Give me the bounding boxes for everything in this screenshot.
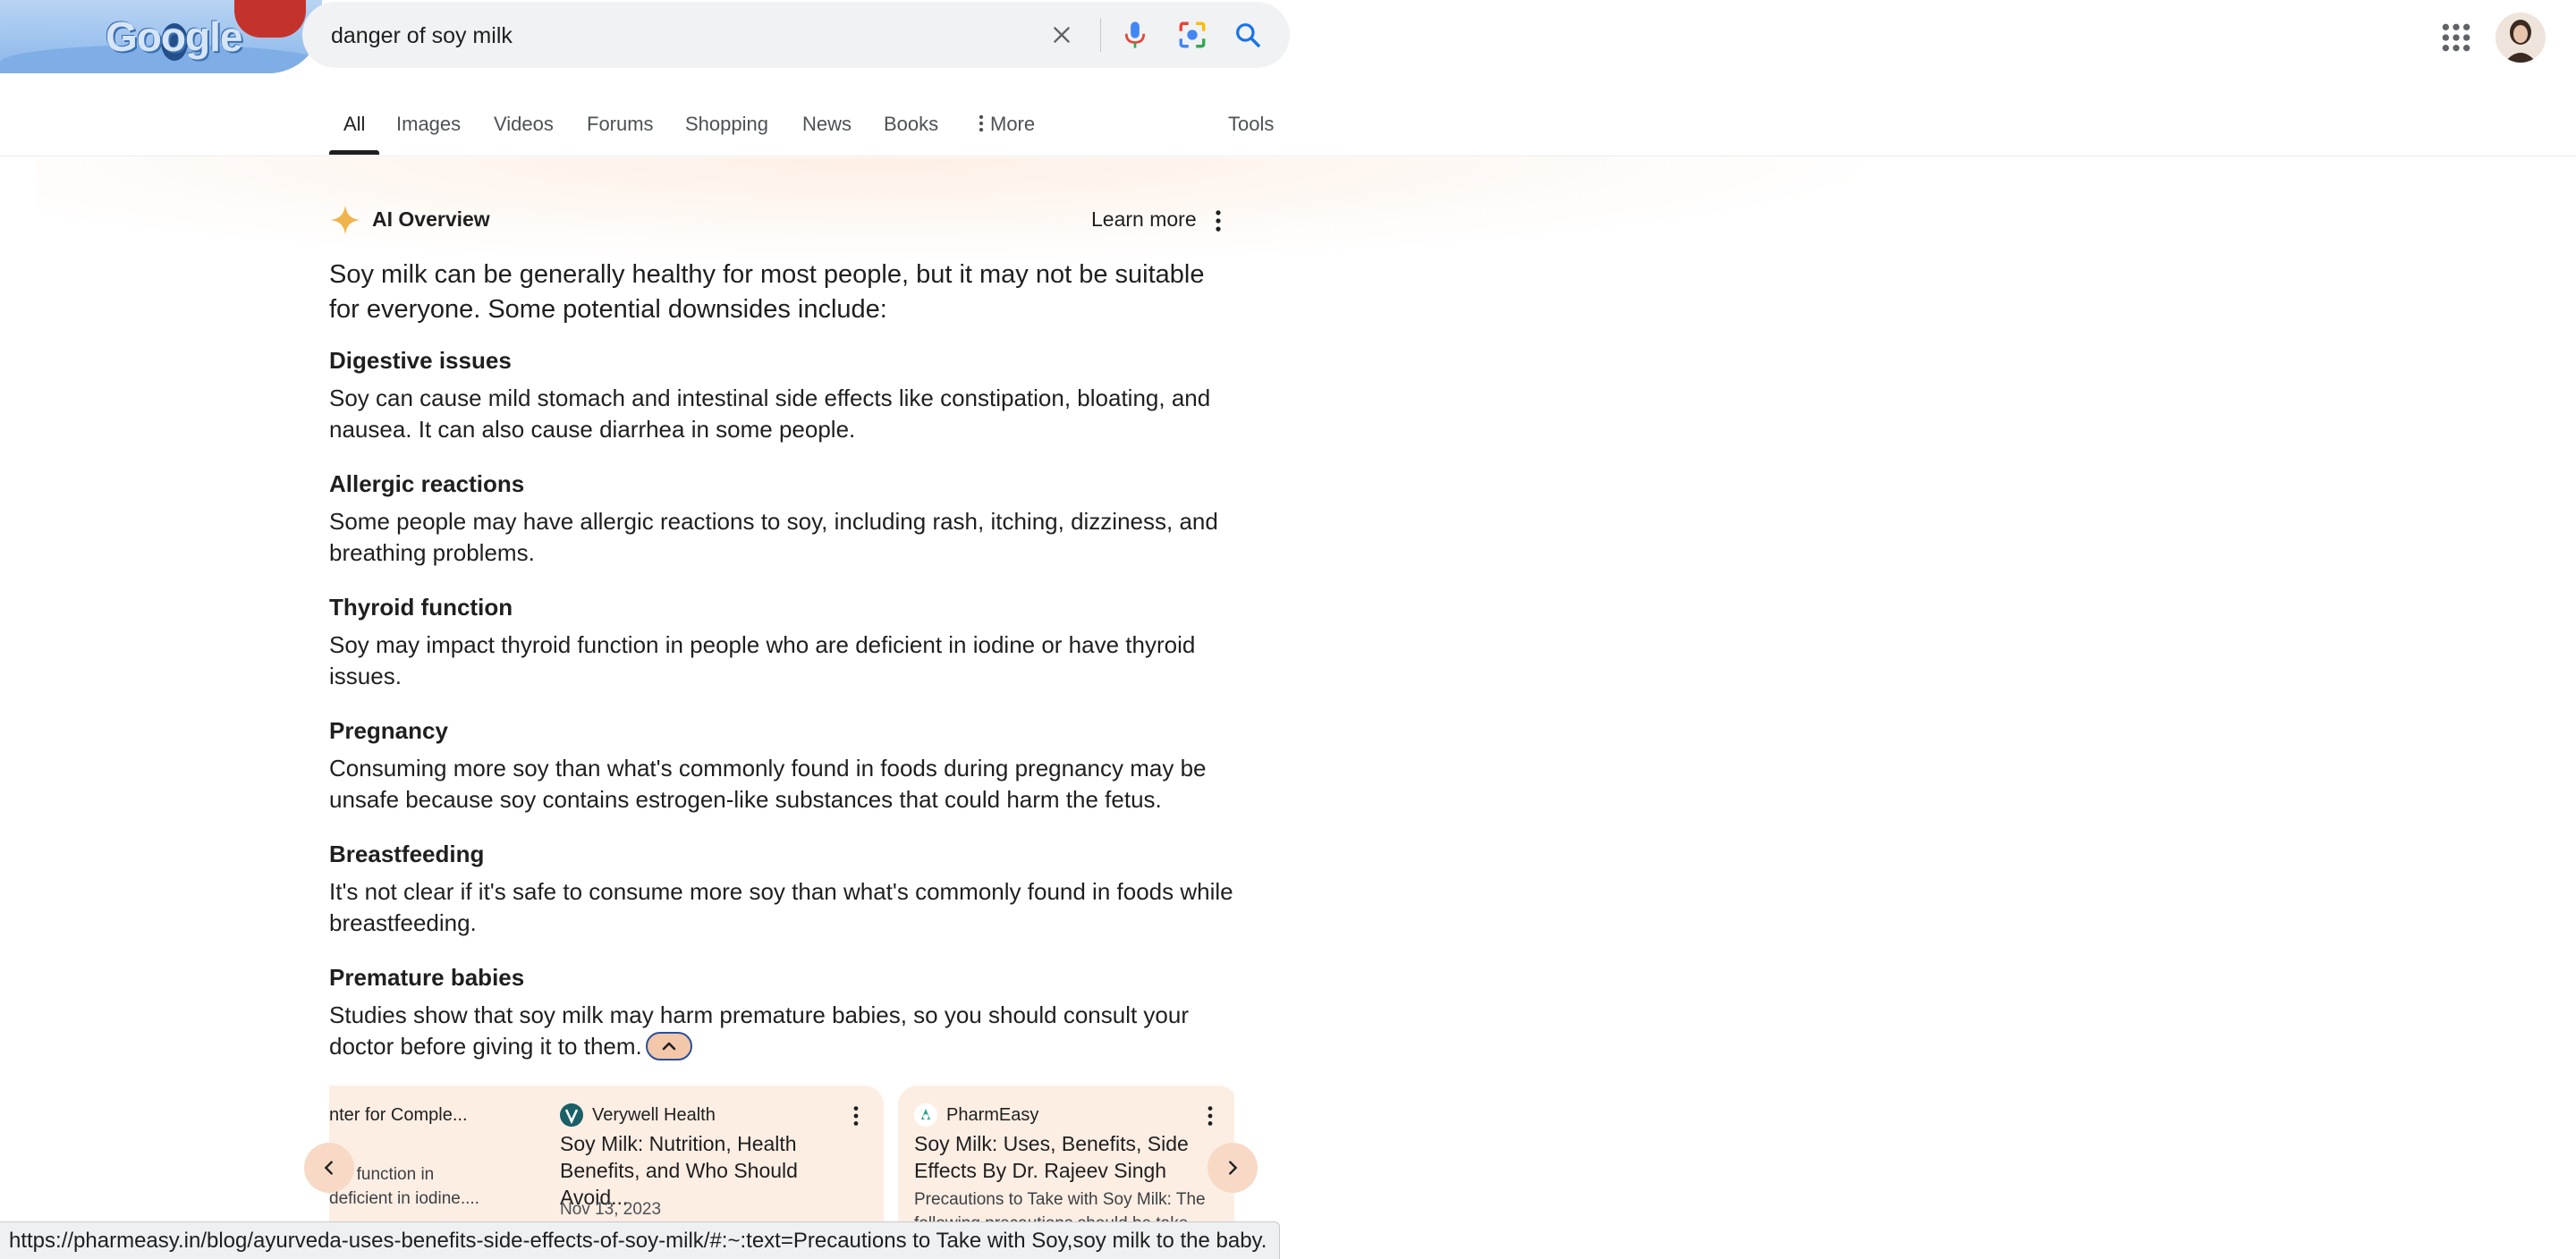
card-source-name: nter for Comple... — [329, 1105, 468, 1125]
doodle-boat — [234, 0, 306, 38]
chevron-right-icon — [1229, 1161, 1238, 1175]
ai-overview-title: AI Overview — [372, 207, 490, 231]
tab-books[interactable]: Books — [884, 113, 938, 136]
tab-images[interactable]: Images — [396, 113, 461, 136]
google-doodle-logo[interactable]: Google — [0, 0, 322, 73]
section-title: Allergic reactions — [329, 470, 525, 497]
section-title: Thyroid function — [329, 594, 513, 621]
tab-more[interactable]: More — [978, 113, 1035, 136]
section-allergic: Allergic reactions Some people may have … — [329, 469, 1241, 569]
collapse-button[interactable] — [645, 1032, 692, 1061]
ai-sparkle-icon — [329, 204, 361, 236]
section-title: Breastfeeding — [329, 841, 485, 867]
section-digestive: Digestive issues Soy can cause mild stom… — [329, 345, 1241, 445]
search-results-page: Google danger of soy milk All Images Vid… — [0, 0, 2576, 1259]
section-title: Premature babies — [329, 964, 525, 991]
google-apps-icon[interactable] — [2438, 20, 2474, 55]
ai-overview-lead: Soy milk can be generally healthy for mo… — [329, 260, 1205, 324]
search-divider — [1100, 18, 1101, 52]
ai-overview-header: AI Overview Learn more — [329, 204, 1224, 236]
section-breastfeeding: Breastfeeding It's not clear if it's saf… — [329, 839, 1241, 939]
chevron-left-icon — [324, 1161, 333, 1175]
card-title[interactable]: Soy Milk: Nutrition, Health Benefits, an… — [560, 1130, 864, 1211]
logo-text: Google — [106, 13, 242, 60]
section-body: Some people may have allergic reactions … — [329, 508, 1218, 566]
card-date: Nov 13, 2023 — [560, 1200, 662, 1219]
section-body-wrap: Studies show that soy milk may harm prem… — [329, 1000, 1241, 1062]
card-menu-icon[interactable] — [850, 1105, 862, 1127]
section-body: Studies show that soy milk may harm prem… — [329, 1001, 1190, 1060]
google-lens-icon[interactable] — [1175, 18, 1209, 52]
section-body: Consuming more soy than what's commonly … — [329, 755, 1207, 813]
tab-more-label: More — [990, 113, 1036, 135]
card-source-name: PharmEasy — [946, 1105, 1039, 1125]
pharmeasy-favicon — [914, 1103, 937, 1127]
chevron-up-icon — [662, 1042, 676, 1051]
section-body: Soy can cause mild stomach and intestina… — [329, 384, 1211, 443]
card-snippet: oid function in deficient in iodine.... — [329, 1165, 479, 1208]
card-menu-icon[interactable] — [1204, 1105, 1216, 1127]
search-icon[interactable] — [1231, 18, 1265, 52]
active-tab-indicator — [329, 150, 379, 155]
ai-overview-content: Soy milk can be generally healthy for mo… — [329, 258, 1241, 1062]
section-body: Soy may impact thyroid function in peopl… — [329, 631, 1196, 689]
section-title: Digestive issues — [329, 347, 512, 374]
tab-news[interactable]: News — [802, 113, 852, 136]
tab-videos[interactable]: Videos — [494, 113, 554, 136]
ai-overview-menu-icon[interactable] — [1209, 209, 1227, 232]
tab-all[interactable]: All — [343, 113, 365, 136]
learn-more-link[interactable]: Learn more — [1091, 207, 1197, 232]
card-title[interactable]: Soy Milk: Uses, Benefits, Side Effects B… — [914, 1130, 1218, 1184]
section-pregnancy: Pregnancy Consuming more soy than what's… — [329, 715, 1241, 815]
carousel-prev-button[interactable] — [304, 1143, 354, 1193]
section-body: It's not clear if it's safe to consume m… — [329, 878, 1233, 936]
search-box[interactable]: danger of soy milk — [302, 2, 1290, 68]
account-avatar[interactable] — [2496, 13, 2546, 63]
more-dots-icon — [979, 114, 984, 132]
search-input[interactable]: danger of soy milk — [331, 23, 513, 49]
section-title: Pregnancy — [329, 717, 448, 744]
clear-icon[interactable] — [1045, 18, 1079, 52]
microphone-icon[interactable] — [1118, 18, 1152, 52]
carousel-next-button[interactable] — [1208, 1143, 1258, 1193]
verywell-favicon — [560, 1103, 583, 1127]
tools-button[interactable]: Tools — [1228, 113, 1274, 136]
card-source-name: Verywell Health — [592, 1105, 716, 1125]
section-thyroid: Thyroid function Soy may impact thyroid … — [329, 592, 1241, 692]
section-premature: Premature babies Studies show that soy m… — [329, 962, 1241, 1062]
browser-status-url: https://pharmeasy.in/blog/ayurveda-uses-… — [0, 1221, 1281, 1259]
tab-forums[interactable]: Forums — [587, 113, 654, 136]
tab-shopping[interactable]: Shopping — [685, 113, 768, 136]
